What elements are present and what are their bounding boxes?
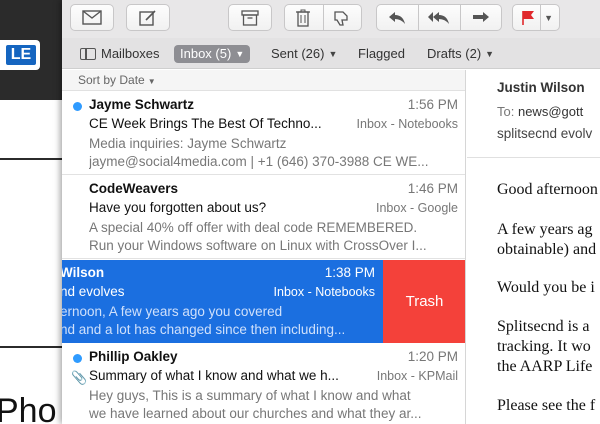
desktop-divider [0, 346, 62, 348]
compose-button[interactable] [126, 4, 170, 31]
body-paragraph: obtainable) and [497, 241, 597, 258]
favorite-flagged[interactable]: Flagged [358, 45, 405, 63]
segment-divider [540, 4, 541, 31]
mail-window: ▼ Mailboxes Inbox (5) ▼ Sent (26) ▼ Flagge… [62, 0, 600, 424]
message-sender: Wilson [62, 265, 105, 280]
favorite-sent[interactable]: Sent (26) ▼ [271, 45, 337, 63]
unread-dot-icon [73, 354, 82, 363]
message-preview: Media inquiries: Jayme Schwartz [89, 136, 287, 151]
flagged-label: Flagged [358, 46, 405, 61]
segment-divider [418, 4, 419, 31]
message-time: 1:46 PM [407, 181, 458, 196]
message-preview: we have learned about our churches and w… [89, 406, 422, 421]
body-paragraph: the AARP Life [497, 358, 593, 375]
list-item[interactable]: 📎 Phillip Oakley 1:20 PM Summary of what… [62, 344, 465, 424]
favorites-bar: Mailboxes Inbox (5) ▼ Sent (26) ▼ Flagged … [62, 38, 600, 69]
message-subject: nd evolves [62, 284, 125, 299]
reader-subject: splitsecnd evolv [497, 126, 593, 141]
reply-icon[interactable] [387, 11, 407, 25]
chevron-down-icon: ▼ [147, 77, 156, 86]
swipe-trash-button[interactable]: Trash [383, 260, 465, 343]
segment-divider [323, 4, 324, 31]
message-preview: Run your Windows software on Linux with … [89, 238, 427, 253]
message-subject: CE Week Brings The Best Of Techno... [89, 116, 322, 131]
chevron-down-icon: ▼ [485, 49, 495, 59]
body-paragraph: Please see the f [497, 397, 596, 414]
compose-icon [139, 9, 156, 26]
list-item[interactable]: CodeWeavers 1:46 PM Have you forgotten a… [62, 176, 465, 259]
chevron-down-icon: ▼ [544, 12, 553, 23]
favorite-drafts[interactable]: Drafts (2) ▼ [427, 45, 494, 63]
desktop-background: LE Pho [0, 0, 62, 424]
body-paragraph: A few years ag [497, 221, 593, 238]
message-sender: Phillip Oakley [89, 349, 178, 364]
sort-label: Sort by Date [78, 73, 145, 87]
message-time: 1:56 PM [407, 97, 458, 112]
message-mailbox: Inbox - Google [376, 201, 458, 215]
message-time: 1:20 PM [407, 349, 458, 364]
chevron-down-icon: ▼ [235, 49, 245, 59]
unread-dot-icon [73, 102, 82, 111]
sort-control[interactable]: Sort by Date ▼ [62, 70, 465, 91]
list-item-swiped[interactable]: Wilson 1:38 PM nd evolves Inbox - Notebo… [62, 260, 465, 343]
body-paragraph: Splitsecnd is a [497, 318, 590, 335]
message-preview: A special 40% off offer with deal code R… [89, 220, 418, 235]
drafts-label: Drafts (2) [427, 46, 482, 61]
list-item[interactable]: Jayme Schwartz 1:56 PM CE Week Brings Th… [62, 92, 465, 175]
to-value[interactable]: news@gott [518, 104, 583, 119]
message-time: 1:38 PM [324, 265, 375, 280]
archive-button[interactable] [228, 4, 272, 31]
mailboxes-button[interactable]: Mailboxes [80, 45, 160, 63]
message-mailbox: Inbox - KPMail [376, 369, 458, 383]
get-mail-button[interactable] [70, 4, 114, 31]
message-sender: CodeWeavers [89, 181, 179, 196]
chevron-down-icon: ▼ [328, 49, 338, 59]
reply-segment [376, 4, 502, 31]
message-sender: Jayme Schwartz [89, 97, 195, 112]
reading-pane: Justin Wilson To: news@gott splitsecnd e… [467, 70, 600, 424]
trash-label: Trash [405, 293, 444, 310]
toolbar: ▼ [62, 0, 600, 38]
message-mailbox: Inbox - Notebooks [356, 117, 458, 131]
inbox-label: Inbox (5) [180, 46, 232, 61]
archive-icon [241, 9, 259, 26]
body-paragraph: Would you be i [497, 279, 595, 296]
sent-label: Sent (26) [271, 46, 325, 61]
trash-icon[interactable] [295, 9, 311, 27]
desktop-logo-text: LE [6, 45, 36, 65]
to-label: To: [497, 104, 515, 119]
flag-button[interactable]: ▼ [512, 4, 560, 31]
message-preview: jayme@social4media.com | +1 (646) 370-39… [89, 154, 429, 169]
favorite-inbox[interactable]: Inbox (5) ▼ [174, 45, 251, 63]
reader-sender: Justin Wilson [497, 80, 585, 95]
message-subject: Summary of what I know and what we h... [89, 368, 339, 383]
sidebar-icon [80, 48, 96, 60]
message-subject: Have you forgotten about us? [89, 200, 267, 215]
desktop-text: Pho [0, 392, 57, 424]
message-preview: ernoon, A few years ago you covered [62, 304, 283, 319]
flag-icon [522, 10, 534, 25]
message-preview: nd and a lot has changed since then incl… [62, 322, 346, 337]
message-preview: Hey guys, This is a summary of what I kn… [89, 388, 411, 403]
desktop-divider [0, 158, 62, 160]
forward-icon[interactable] [471, 11, 491, 25]
envelope-icon [82, 10, 102, 25]
desktop-logo: LE [0, 40, 40, 70]
message-header: Justin Wilson To: news@gott splitsecnd e… [467, 70, 600, 158]
reader-recipient: To: news@gott [497, 104, 583, 119]
body-paragraph: tracking. It wo [497, 338, 591, 355]
reply-all-icon[interactable] [427, 11, 451, 25]
paperclip-icon: 📎 [71, 370, 88, 385]
message-list: Sort by Date ▼ Jayme Schwartz 1:56 PM CE … [62, 70, 466, 424]
message-mailbox: Inbox - Notebooks [273, 285, 375, 299]
body-paragraph: Good afternoon [497, 181, 598, 198]
segment-divider [460, 4, 461, 31]
mailboxes-label: Mailboxes [101, 46, 160, 61]
junk-icon[interactable] [333, 10, 351, 26]
